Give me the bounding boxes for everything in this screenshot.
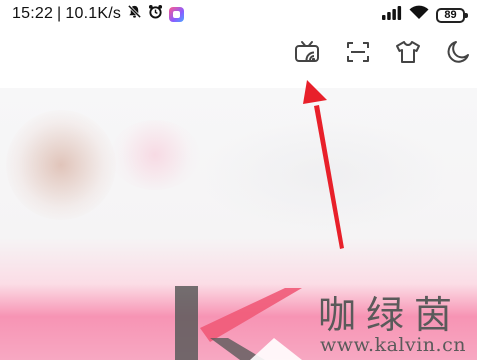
watermark-url: www.kalvin.cn xyxy=(320,334,466,356)
watermark-title: 咖绿茵 xyxy=(318,293,463,337)
kalvin-logo xyxy=(175,286,302,360)
watermark: 咖绿茵 www.kalvin.cn xyxy=(170,282,477,360)
